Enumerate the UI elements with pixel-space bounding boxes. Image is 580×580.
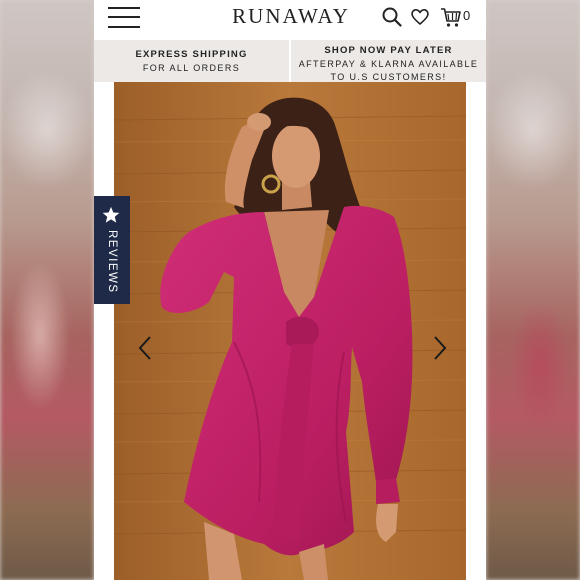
product-image[interactable] [114, 82, 466, 580]
heart-icon[interactable] [410, 6, 430, 28]
pay-later-promo[interactable]: SHOP NOW PAY LATER AFTERPAY & KLARNA AVA… [291, 40, 486, 82]
hamburger-menu-icon[interactable] [108, 5, 140, 29]
shipping-promo-subtitle: FOR ALL ORDERS [142, 63, 241, 73]
site-header: RUNAWAY 0 [94, 0, 486, 38]
pay-later-promo-title: SHOP NOW PAY LATER [324, 45, 453, 56]
blurred-backdrop-right [486, 0, 580, 580]
blurred-backdrop-left [0, 0, 94, 580]
product-page: RUNAWAY 0 EXPRESS SHIPPING FOR ALL ORDER… [94, 0, 486, 580]
star-icon [102, 206, 120, 223]
promo-banner: EXPRESS SHIPPING FOR ALL ORDERS SHOP NOW… [94, 40, 486, 82]
reviews-tab[interactable]: REVIEWS [94, 196, 130, 304]
pay-later-promo-line2: TO U.S CUSTOMERS! [330, 72, 447, 82]
reviews-tab-label: REVIEWS [106, 230, 118, 294]
brand-logo[interactable]: RUNAWAY [222, 4, 360, 29]
product-photo-illustration [114, 82, 466, 580]
shipping-promo-title: EXPRESS SHIPPING [135, 49, 248, 60]
chevron-right-icon[interactable] [431, 334, 449, 362]
chevron-left-icon[interactable] [136, 334, 154, 362]
search-icon[interactable] [382, 6, 402, 28]
cart-icon[interactable] [440, 6, 462, 28]
pay-later-promo-line1: AFTERPAY & KLARNA AVAILABLE [298, 59, 479, 69]
shipping-promo[interactable]: EXPRESS SHIPPING FOR ALL ORDERS [94, 40, 289, 82]
cart-count-badge[interactable]: 0 [463, 8, 470, 23]
